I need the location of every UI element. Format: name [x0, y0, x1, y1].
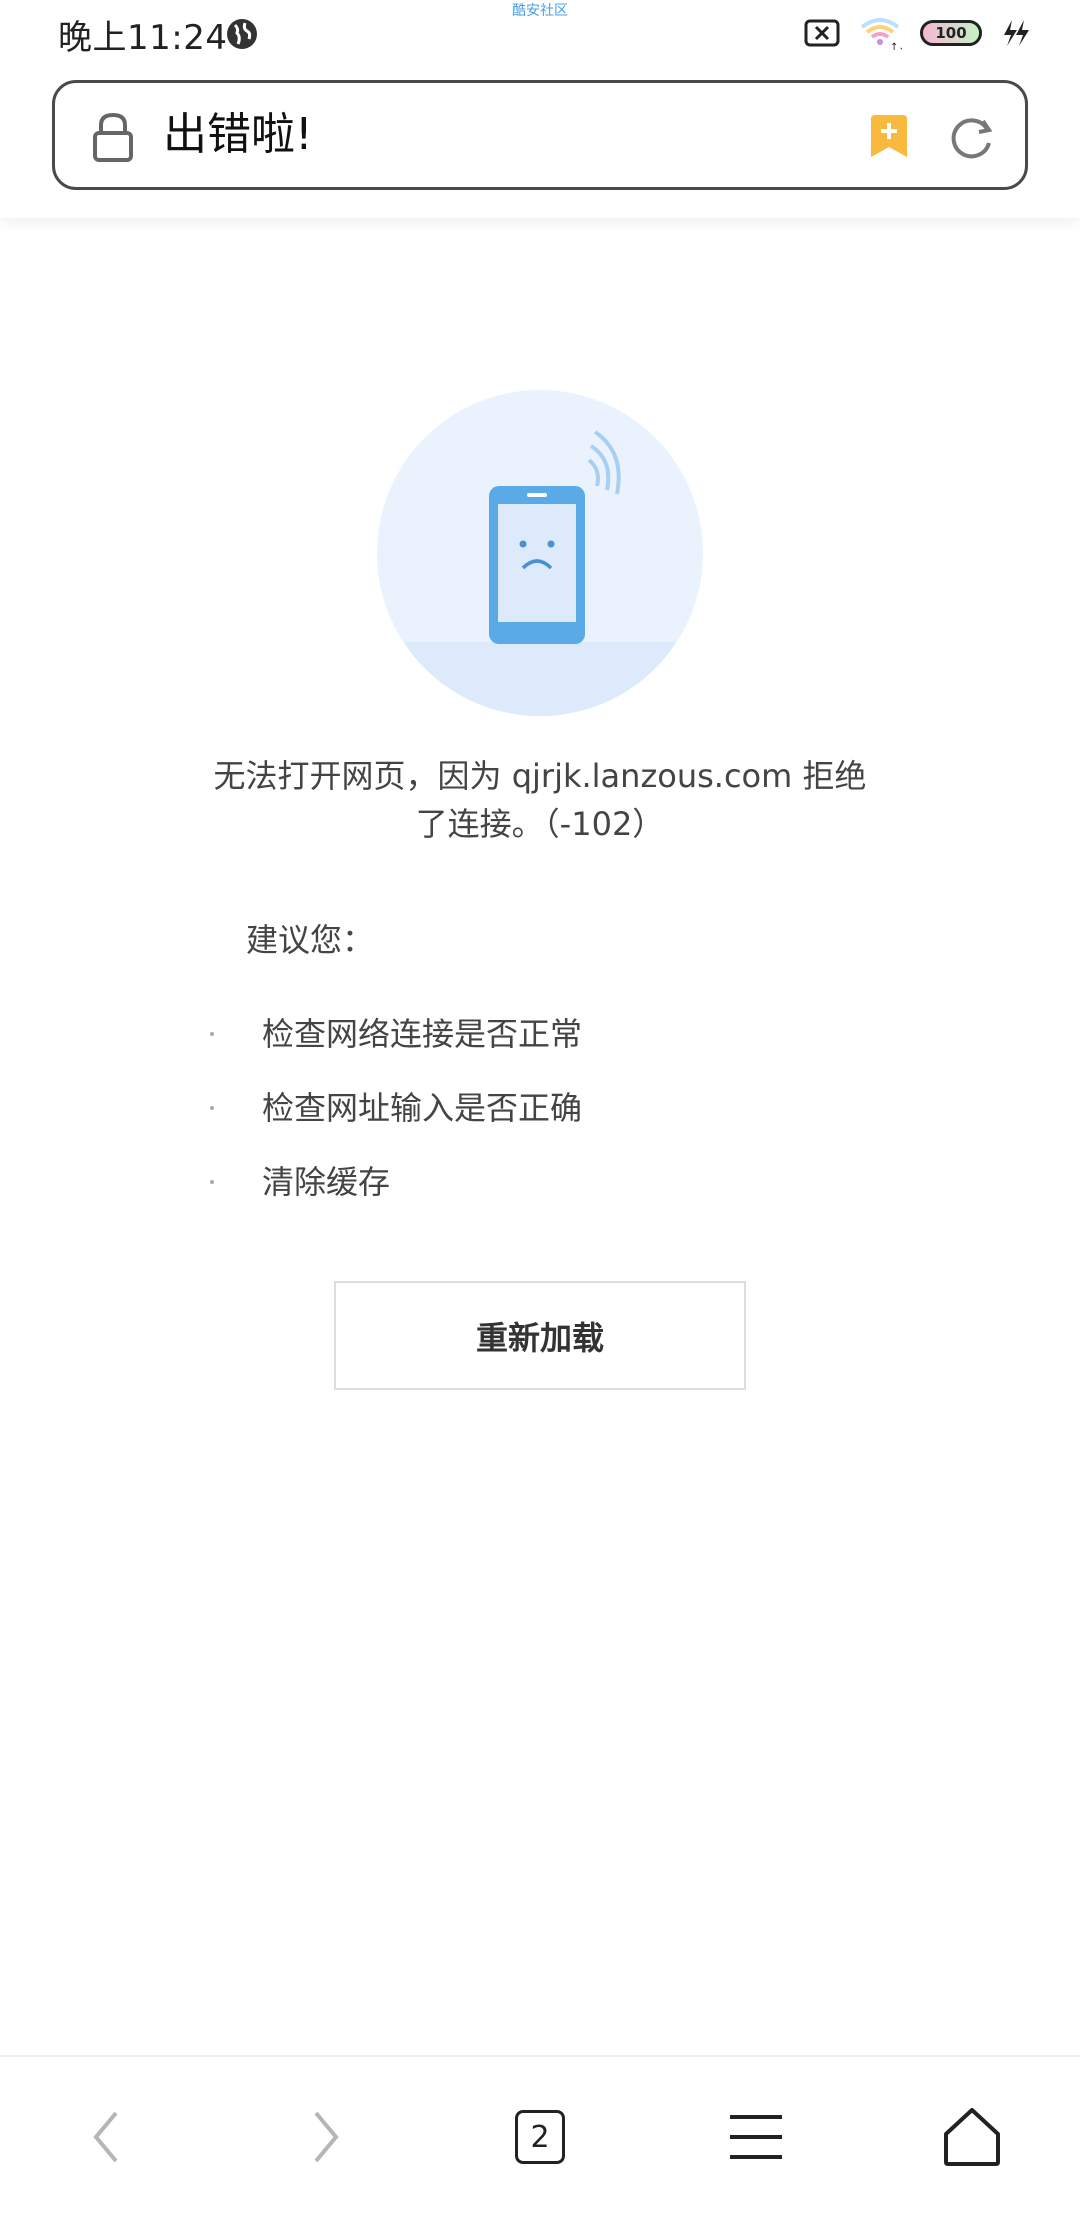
suggestion-text: 清除缓存: [262, 1163, 391, 1201]
browser-globe-icon: [227, 19, 257, 49]
tab-count: 2: [515, 2110, 565, 2164]
list-item: 检查网络连接是否正常: [210, 1006, 582, 1080]
error-message: 无法打开网页，因为 qjrjk.lanzous.com 拒绝了连接。（-102）: [213, 757, 867, 843]
disconnected-phone-illustration: [377, 390, 703, 716]
browser-error-page: 晚上11:24 酷安社区 ↑↓ 100: [0, 0, 1080, 2220]
battery-level: 100: [935, 24, 967, 42]
home-icon: [944, 2108, 1000, 2166]
list-item: 检查网址输入是否正确: [210, 1080, 582, 1154]
suggestion-text: 检查网络连接是否正常: [262, 1015, 583, 1053]
home-button[interactable]: [932, 2097, 1012, 2177]
suggestion-text: 检查网址输入是否正确: [262, 1089, 583, 1127]
browser-toolbar: 出错啦!: [0, 66, 1080, 218]
forward-button[interactable]: [286, 2097, 366, 2177]
back-button[interactable]: [66, 2097, 146, 2177]
address-title[interactable]: 出错啦!: [163, 105, 313, 165]
charging-icon: [1004, 20, 1029, 46]
suggestions-list: 检查网络连接是否正常 检查网址输入是否正确 清除缓存: [210, 1006, 582, 1228]
bookmark-add-icon[interactable]: [867, 113, 911, 161]
sim-none-icon: [804, 19, 840, 47]
battery-icon: 100: [920, 20, 982, 46]
chevron-left-icon: [93, 2111, 118, 2163]
menu-icon: [730, 2115, 782, 2159]
chevron-right-icon: [314, 2111, 339, 2163]
bottom-navigation: 2: [0, 2055, 1080, 2220]
status-bar: 晚上11:24 酷安社区 ↑↓ 100: [0, 0, 1080, 66]
suggestions-title: 建议您：: [246, 921, 375, 959]
refresh-icon[interactable]: [947, 113, 997, 163]
tabs-button[interactable]: 2: [500, 2097, 580, 2177]
svg-text:↑↓: ↑↓: [890, 42, 902, 51]
address-bar[interactable]: 出错啦!: [52, 80, 1028, 190]
status-icons: ↑↓ 100: [804, 14, 1030, 52]
bullet-icon: [210, 1032, 214, 1036]
wifi-icon: ↑↓: [860, 18, 902, 51]
bullet-icon: [210, 1180, 214, 1184]
reload-button[interactable]: 重新加载: [334, 1281, 746, 1390]
list-item: 清除缓存: [210, 1154, 582, 1228]
menu-button[interactable]: [716, 2097, 796, 2177]
lock-icon: [93, 112, 133, 162]
bullet-icon: [210, 1106, 214, 1110]
